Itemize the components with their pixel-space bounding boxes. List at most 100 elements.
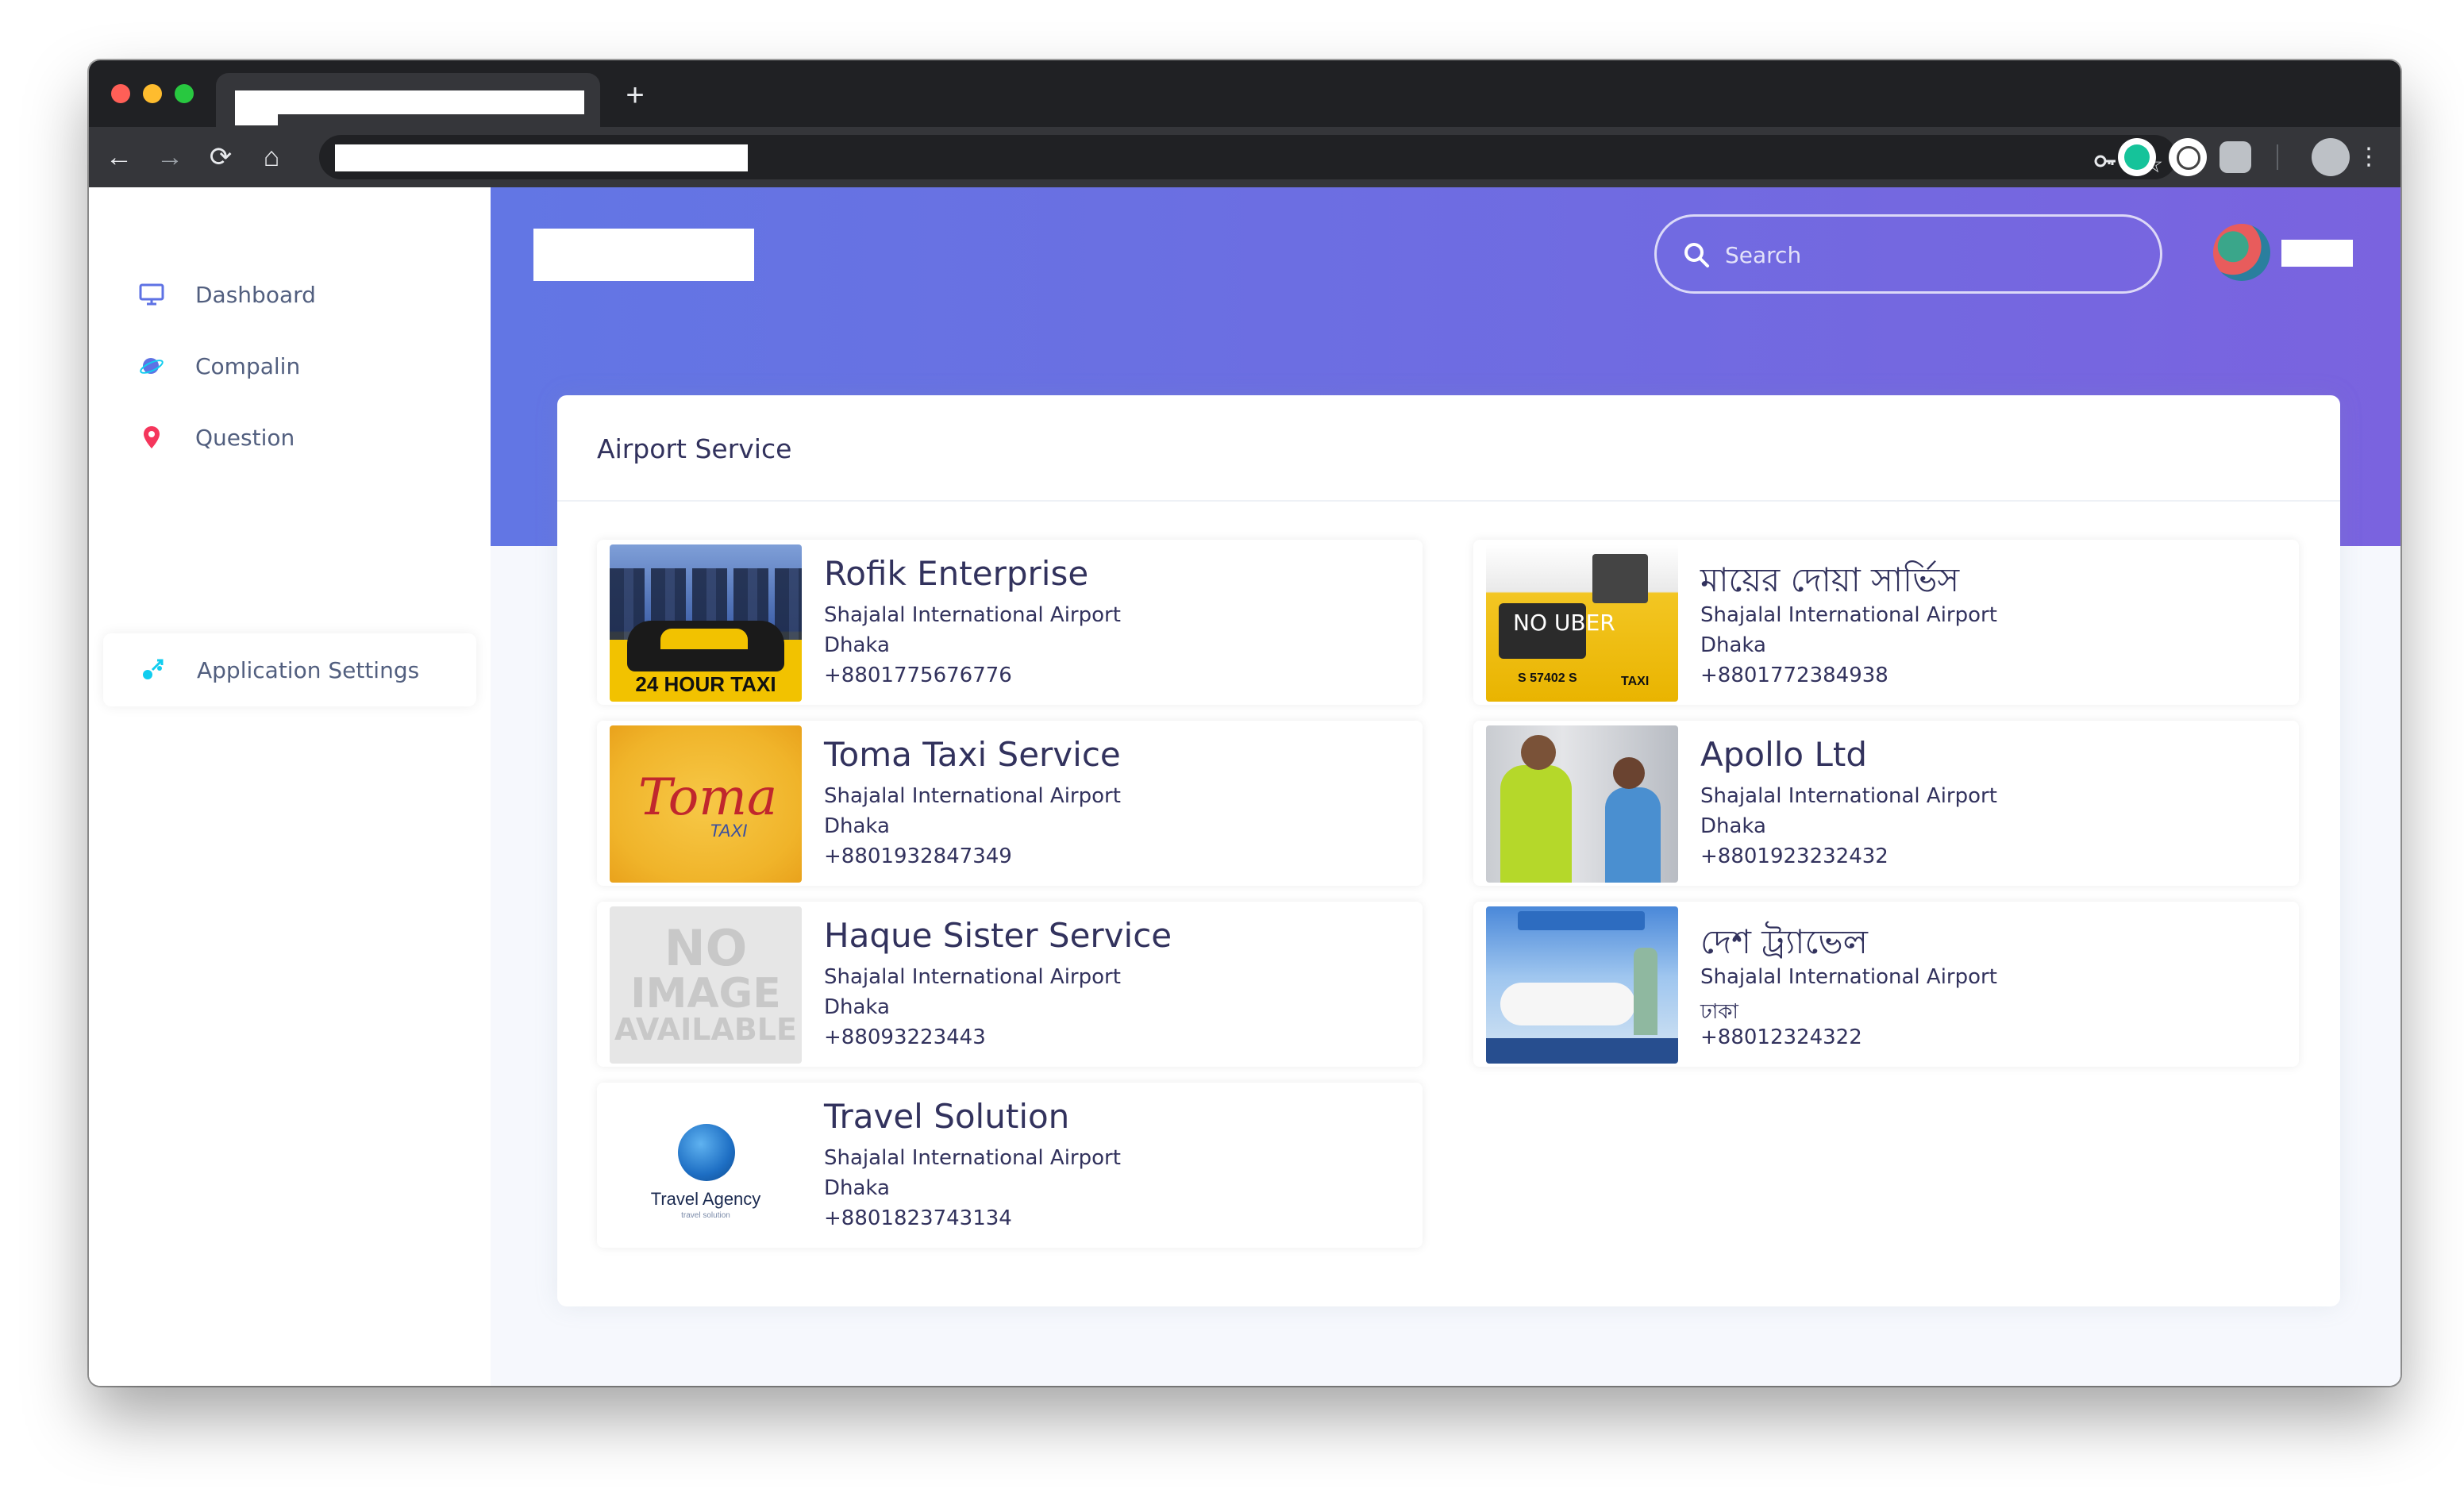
thumbnail-tagline: travel solution	[681, 1211, 730, 1220]
grammarly-icon[interactable]	[2118, 138, 2156, 176]
twitter-icon[interactable]	[2169, 138, 2207, 176]
main-content: Airport Service 24 HOUR TAXI Rofik Enter…	[491, 187, 2400, 1386]
window-minimize-button[interactable]	[143, 84, 162, 103]
service-city: Dhaka	[1700, 633, 1766, 657]
sidebar-item-compalin[interactable]: Compalin	[137, 338, 300, 394]
search-box[interactable]	[1654, 214, 2162, 294]
no-image-line: NO	[664, 919, 748, 977]
service-thumbnail: Travel Agency travel solution	[610, 1087, 802, 1245]
browser-toolbar: ← → ⟳ ⌂ ☆ ⋮	[89, 127, 2400, 187]
person-head-graphic	[1521, 735, 1556, 770]
sidebar: Dashboard Compalin Question Application	[89, 187, 491, 1386]
taxi-car-graphic	[627, 621, 784, 671]
page-title: Airport Service	[597, 433, 792, 464]
service-name: Toma Taxi Service	[824, 735, 1121, 774]
key-icon[interactable]	[2089, 149, 2121, 181]
avatar[interactable]	[2213, 224, 2270, 281]
service-airport: Shajalal International Airport	[824, 965, 1121, 989]
no-image-line: AVAILABLE	[614, 1012, 797, 1047]
thumbnail-text: NO UBER	[1513, 610, 1615, 636]
pin-icon	[137, 422, 167, 452]
service-airport: Shajalal International Airport	[1700, 603, 1997, 627]
username-redacted[interactable]	[2281, 240, 2353, 267]
service-city: Dhaka	[824, 1176, 890, 1200]
browser-tab[interactable]	[216, 73, 600, 127]
service-city: Dhaka	[824, 995, 890, 1019]
search-icon	[1682, 240, 1711, 269]
service-name: মায়ের দোয়া সার্ভিস	[1700, 560, 1960, 599]
browser-tabbar: +	[89, 60, 2400, 127]
profile-icon[interactable]	[2312, 138, 2350, 176]
sidebar-item-question[interactable]: Question	[137, 410, 295, 465]
service-thumbnail	[1486, 906, 1678, 1064]
service-airport: Shajalal International Airport	[824, 603, 1121, 627]
service-item[interactable]: Apollo Ltd Shajalal International Airpor…	[1473, 721, 2299, 886]
person-graphic	[1500, 765, 1572, 883]
page-viewport: Dashboard Compalin Question Application	[89, 187, 2400, 1386]
thumbnail-logo: Toma	[638, 768, 778, 827]
service-thumbnail: NO UBER S 57402 S TAXI	[1486, 544, 1678, 702]
service-airport: Shajalal International Airport	[824, 784, 1121, 808]
service-item[interactable]: NO UBER S 57402 S TAXI মায়ের দোয়া সার্…	[1473, 540, 2299, 705]
service-name: Travel Solution	[824, 1097, 1070, 1136]
service-item[interactable]: দেশ ট্র্যাভেল Shajalal International Air…	[1473, 902, 2299, 1067]
service-item[interactable]: Toma TAXI Toma Taxi Service Shajalal Int…	[597, 721, 1423, 886]
sidebar-item-label: Application Settings	[197, 656, 420, 683]
banner-graphic	[1518, 911, 1645, 930]
toolbar-divider	[2277, 144, 2278, 170]
service-phone: +8801923232432	[1700, 845, 1888, 868]
service-item[interactable]: 24 HOUR TAXI Rofik Enterprise Shajalal I…	[597, 540, 1423, 705]
address-bar[interactable]: ☆	[319, 135, 2177, 179]
service-phone: +88012324322	[1700, 1025, 1862, 1049]
sidebar-item-dashboard[interactable]: Dashboard	[137, 267, 316, 322]
service-thumbnail: Toma TAXI	[610, 725, 802, 883]
back-icon[interactable]: ←	[103, 141, 135, 173]
extension-icon[interactable]	[2220, 141, 2251, 173]
service-phone: +8801823743134	[824, 1206, 1012, 1230]
thumbnail-label: Travel Agency	[650, 1189, 761, 1209]
service-thumbnail: NO IMAGE AVAILABLE	[610, 906, 802, 1064]
window-close-button[interactable]	[111, 84, 130, 103]
thumbnail-sub: TAXI	[710, 821, 748, 841]
service-phone: +8801775676776	[824, 664, 1012, 687]
window-zoom-button[interactable]	[175, 84, 194, 103]
service-thumbnail: 24 HOUR TAXI	[610, 544, 802, 702]
airplane-graphic	[1500, 983, 1635, 1025]
person-head-graphic	[1613, 757, 1645, 789]
kebab-menu-icon[interactable]: ⋮	[2353, 141, 2385, 173]
reload-icon[interactable]: ⟳	[205, 141, 237, 173]
airport-service-card: Airport Service 24 HOUR TAXI Rofik Enter…	[557, 395, 2340, 1306]
service-airport: Shajalal International Airport	[824, 1146, 1121, 1170]
service-city: Dhaka	[824, 814, 890, 838]
service-phone: +8801932847349	[824, 845, 1012, 868]
no-image-placeholder: NO IMAGE AVAILABLE	[610, 924, 802, 1045]
tab-title-redacted	[235, 90, 584, 114]
card-header: Airport Service	[557, 395, 2340, 502]
statue-graphic	[1634, 948, 1657, 1035]
footer-strip-graphic	[1486, 1038, 1678, 1064]
sidebar-item-application-settings[interactable]: Application Settings	[138, 642, 419, 698]
service-name: দেশ ট্র্যাভেল	[1700, 922, 1868, 961]
globe-graphic	[678, 1124, 735, 1181]
service-phone: +8801772384938	[1700, 664, 1888, 687]
service-city: Dhaka	[1700, 814, 1766, 838]
service-phone: +88093223443	[824, 1025, 986, 1049]
monitor-icon	[137, 279, 167, 310]
thumbnail-plate: S 57402 S	[1518, 671, 1577, 685]
service-airport: Shajalal International Airport	[1700, 965, 1997, 989]
sidebar-item-label: Question	[195, 424, 295, 451]
brand-redacted	[533, 229, 754, 281]
service-airport: Shajalal International Airport	[1700, 784, 1997, 808]
service-item[interactable]: Travel Agency travel solution Travel Sol…	[597, 1083, 1423, 1248]
browser-window: + ← → ⟳ ⌂ ☆ ⋮ Dashboard	[89, 60, 2400, 1386]
new-tab-button[interactable]: +	[621, 79, 649, 111]
service-thumbnail	[1486, 725, 1678, 883]
service-item[interactable]: NO IMAGE AVAILABLE Haque Sister Service …	[597, 902, 1423, 1067]
service-name: Apollo Ltd	[1700, 735, 1867, 774]
service-name: Rofik Enterprise	[824, 554, 1089, 593]
sidebar-item-label: Compalin	[195, 352, 301, 379]
forward-icon[interactable]: →	[154, 141, 186, 173]
home-icon[interactable]: ⌂	[256, 141, 287, 173]
search-input[interactable]	[1725, 233, 2138, 277]
thumbnail-taxi-sign: TAXI	[1621, 675, 1650, 688]
